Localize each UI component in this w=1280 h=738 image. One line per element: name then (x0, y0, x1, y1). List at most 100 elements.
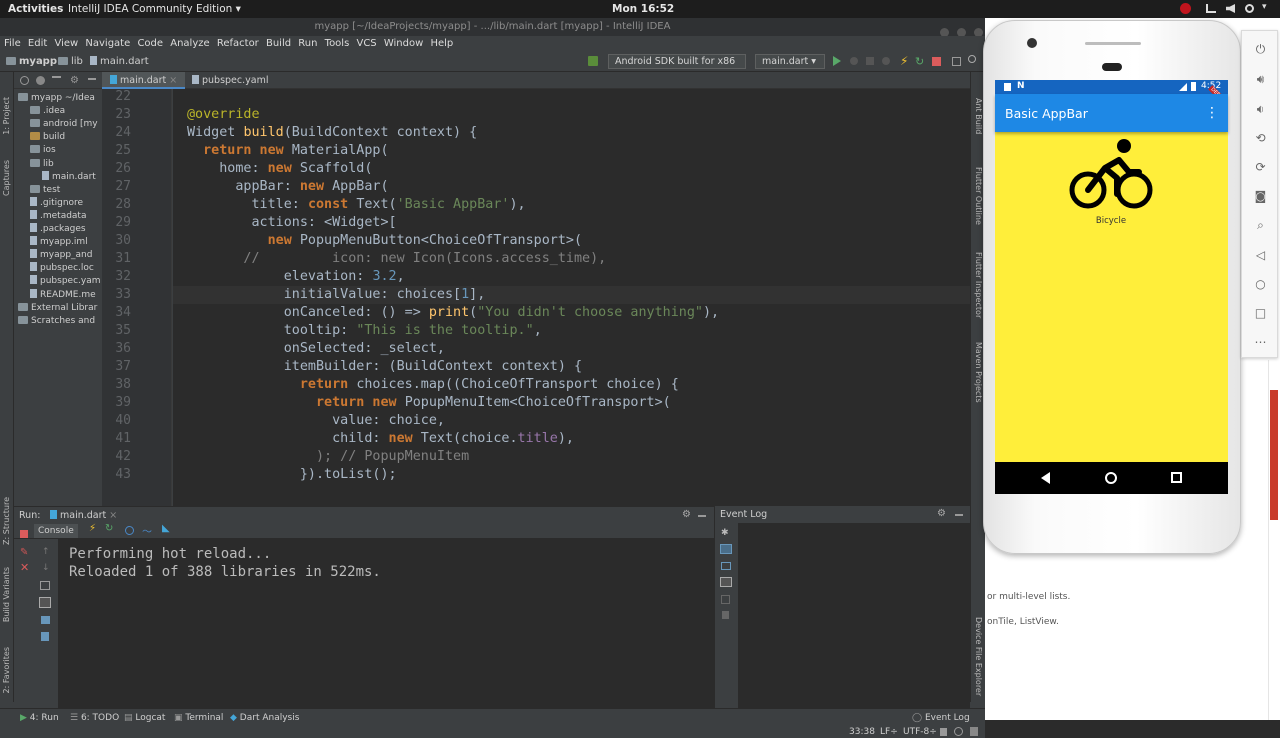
menu-navigate[interactable]: Navigate (85, 36, 130, 52)
filter-icon[interactable] (721, 562, 731, 570)
scroll-end-icon[interactable] (720, 577, 732, 587)
tree-item[interactable]: build (30, 131, 65, 144)
network-icon[interactable] (1206, 4, 1216, 13)
more-vert-icon[interactable]: ⋮ (1205, 104, 1219, 122)
scroll-end-icon[interactable] (39, 597, 51, 608)
breadcrumb-file[interactable]: main.dart (90, 56, 149, 67)
tool-maven-projects[interactable]: Maven Projects (974, 342, 983, 403)
settings-icon[interactable]: ✱ (721, 528, 729, 538)
hide-icon[interactable] (88, 78, 96, 80)
status-event-log[interactable]: ◯ Event Log (912, 713, 970, 723)
tab-todo[interactable]: ☰ 6: TODO (70, 713, 119, 723)
hide-icon[interactable] (698, 515, 706, 517)
tool-captures[interactable]: Captures (2, 160, 11, 196)
tool-device-file-explorer[interactable]: Device File Explorer (974, 617, 983, 696)
menu-window[interactable]: Window (384, 36, 423, 52)
tab-pubspec-yaml[interactable]: pubspec.yaml (184, 72, 277, 89)
tool-flutter-inspector[interactable]: Flutter Inspector (974, 252, 983, 318)
menu-view[interactable]: View (54, 36, 78, 52)
tree-item[interactable]: .packages (30, 223, 86, 236)
activities-button[interactable]: Activities (8, 3, 63, 15)
restart-icon[interactable]: ↻ (915, 55, 924, 68)
breadcrumb-folder[interactable]: lib (58, 56, 83, 67)
tool-structure[interactable]: Z: Structure (2, 497, 11, 545)
tool-favorites[interactable]: 2: Favorites (2, 647, 11, 693)
profile-icon[interactable] (882, 57, 890, 65)
file-encoding[interactable]: UTF-8÷ (903, 727, 937, 737)
message-icon[interactable] (720, 544, 732, 554)
close-icon[interactable]: ✕ (20, 561, 29, 574)
timer-icon[interactable] (125, 526, 134, 535)
tree-item[interactable]: ios (30, 144, 56, 157)
rotate-right-icon[interactable]: ⟳ (1254, 161, 1267, 174)
run-config-tab[interactable]: main.dart × (50, 510, 117, 521)
tree-item[interactable]: README.me (30, 288, 96, 302)
print-icon[interactable] (41, 616, 50, 624)
tab-dart-analysis[interactable]: ◆ Dart Analysis (230, 713, 299, 723)
search-icon[interactable] (968, 55, 976, 63)
trash-icon[interactable] (41, 632, 49, 641)
recents-icon[interactable] (1171, 472, 1182, 483)
app-menu[interactable]: IntelliJ IDEA Community Edition ▾ (68, 3, 241, 15)
tab-main-dart[interactable]: main.dart × (102, 72, 186, 89)
restart-icon[interactable]: ↻ (105, 523, 113, 534)
menu-vcs[interactable]: VCS (356, 36, 376, 52)
wrap-icon[interactable] (40, 581, 50, 590)
menu-build[interactable]: Build (266, 36, 291, 52)
tree-item[interactable]: pubspec.yam (30, 275, 101, 288)
tool-project[interactable]: 1: Project (2, 97, 11, 135)
tree-item[interactable]: Scratches and (18, 315, 95, 328)
tree-item[interactable]: .gitignore (30, 196, 83, 210)
code-editor[interactable]: @override Widget build(BuildContext conte… (173, 89, 970, 506)
tool-build-variants[interactable]: Build Variants (2, 567, 11, 622)
lock-icon[interactable] (940, 728, 947, 736)
trash-icon[interactable] (722, 611, 729, 619)
menu-refactor[interactable]: Refactor (217, 36, 259, 52)
gear-icon[interactable]: ⚙ (70, 75, 79, 86)
menu-tools[interactable]: Tools (325, 36, 350, 52)
tool-flutter-outline[interactable]: Flutter Outline (974, 167, 983, 225)
collapse-icon[interactable] (52, 76, 61, 85)
back-icon[interactable] (1041, 472, 1050, 484)
up-arrow-icon[interactable]: ↑ (42, 547, 50, 557)
menu-file[interactable]: File (4, 36, 21, 52)
inspector-icon[interactable] (954, 727, 963, 736)
volume-up-icon[interactable]: 🔊︎ (1254, 73, 1267, 86)
hot-reload-icon[interactable]: ⚡ (900, 54, 908, 68)
structure-icon[interactable] (952, 57, 961, 66)
run-config-selector[interactable]: main.dart ▾ (755, 54, 825, 69)
more-icon[interactable]: ⋯ (1254, 336, 1267, 349)
down-arrow-icon[interactable]: ↓ (42, 563, 50, 573)
hammer-icon[interactable] (588, 56, 598, 66)
volume-down-icon[interactable]: 🔉︎ (1254, 103, 1267, 116)
tab-terminal[interactable]: ▣ Terminal (174, 713, 223, 723)
record-icon[interactable] (1180, 3, 1191, 14)
run-icon[interactable] (833, 56, 841, 66)
tree-item[interactable]: myapp.iml (30, 236, 88, 249)
chevron-down-icon[interactable]: ▾ (1262, 2, 1267, 12)
stop-icon[interactable] (20, 530, 28, 538)
overview-icon[interactable]: □ (1254, 307, 1267, 320)
tree-item[interactable]: myapp_and (30, 249, 92, 262)
pin-icon[interactable]: ✎ (20, 547, 28, 558)
rotate-left-icon[interactable]: ⟲ (1254, 132, 1267, 145)
power-icon[interactable]: ⏻ (1254, 43, 1267, 56)
home-icon[interactable] (1105, 472, 1117, 484)
hot-reload-icon[interactable]: ⚡ (89, 523, 96, 534)
volume-icon[interactable] (1226, 4, 1235, 13)
performance-icon[interactable]: 〜 (142, 523, 152, 538)
settings-icon[interactable] (36, 76, 45, 85)
hide-icon[interactable] (955, 514, 963, 516)
home-icon[interactable]: ○ (1254, 278, 1267, 291)
tree-item[interactable]: .metadata (30, 209, 86, 223)
debug-icon[interactable] (850, 57, 858, 65)
back-icon[interactable]: ◁ (1254, 249, 1267, 262)
menu-run[interactable]: Run (298, 36, 317, 52)
tab-logcat[interactable]: ▤ Logcat (124, 713, 165, 723)
gear-icon[interactable]: ⚙ (682, 509, 691, 520)
device-selector[interactable]: Android SDK built for x86 ▾ (608, 54, 746, 80)
menu-edit[interactable]: Edit (28, 36, 47, 52)
camera-icon[interactable]: ◙ (1254, 190, 1267, 203)
tree-item[interactable]: myapp ~/Idea (18, 92, 95, 105)
menu-help[interactable]: Help (430, 36, 453, 52)
